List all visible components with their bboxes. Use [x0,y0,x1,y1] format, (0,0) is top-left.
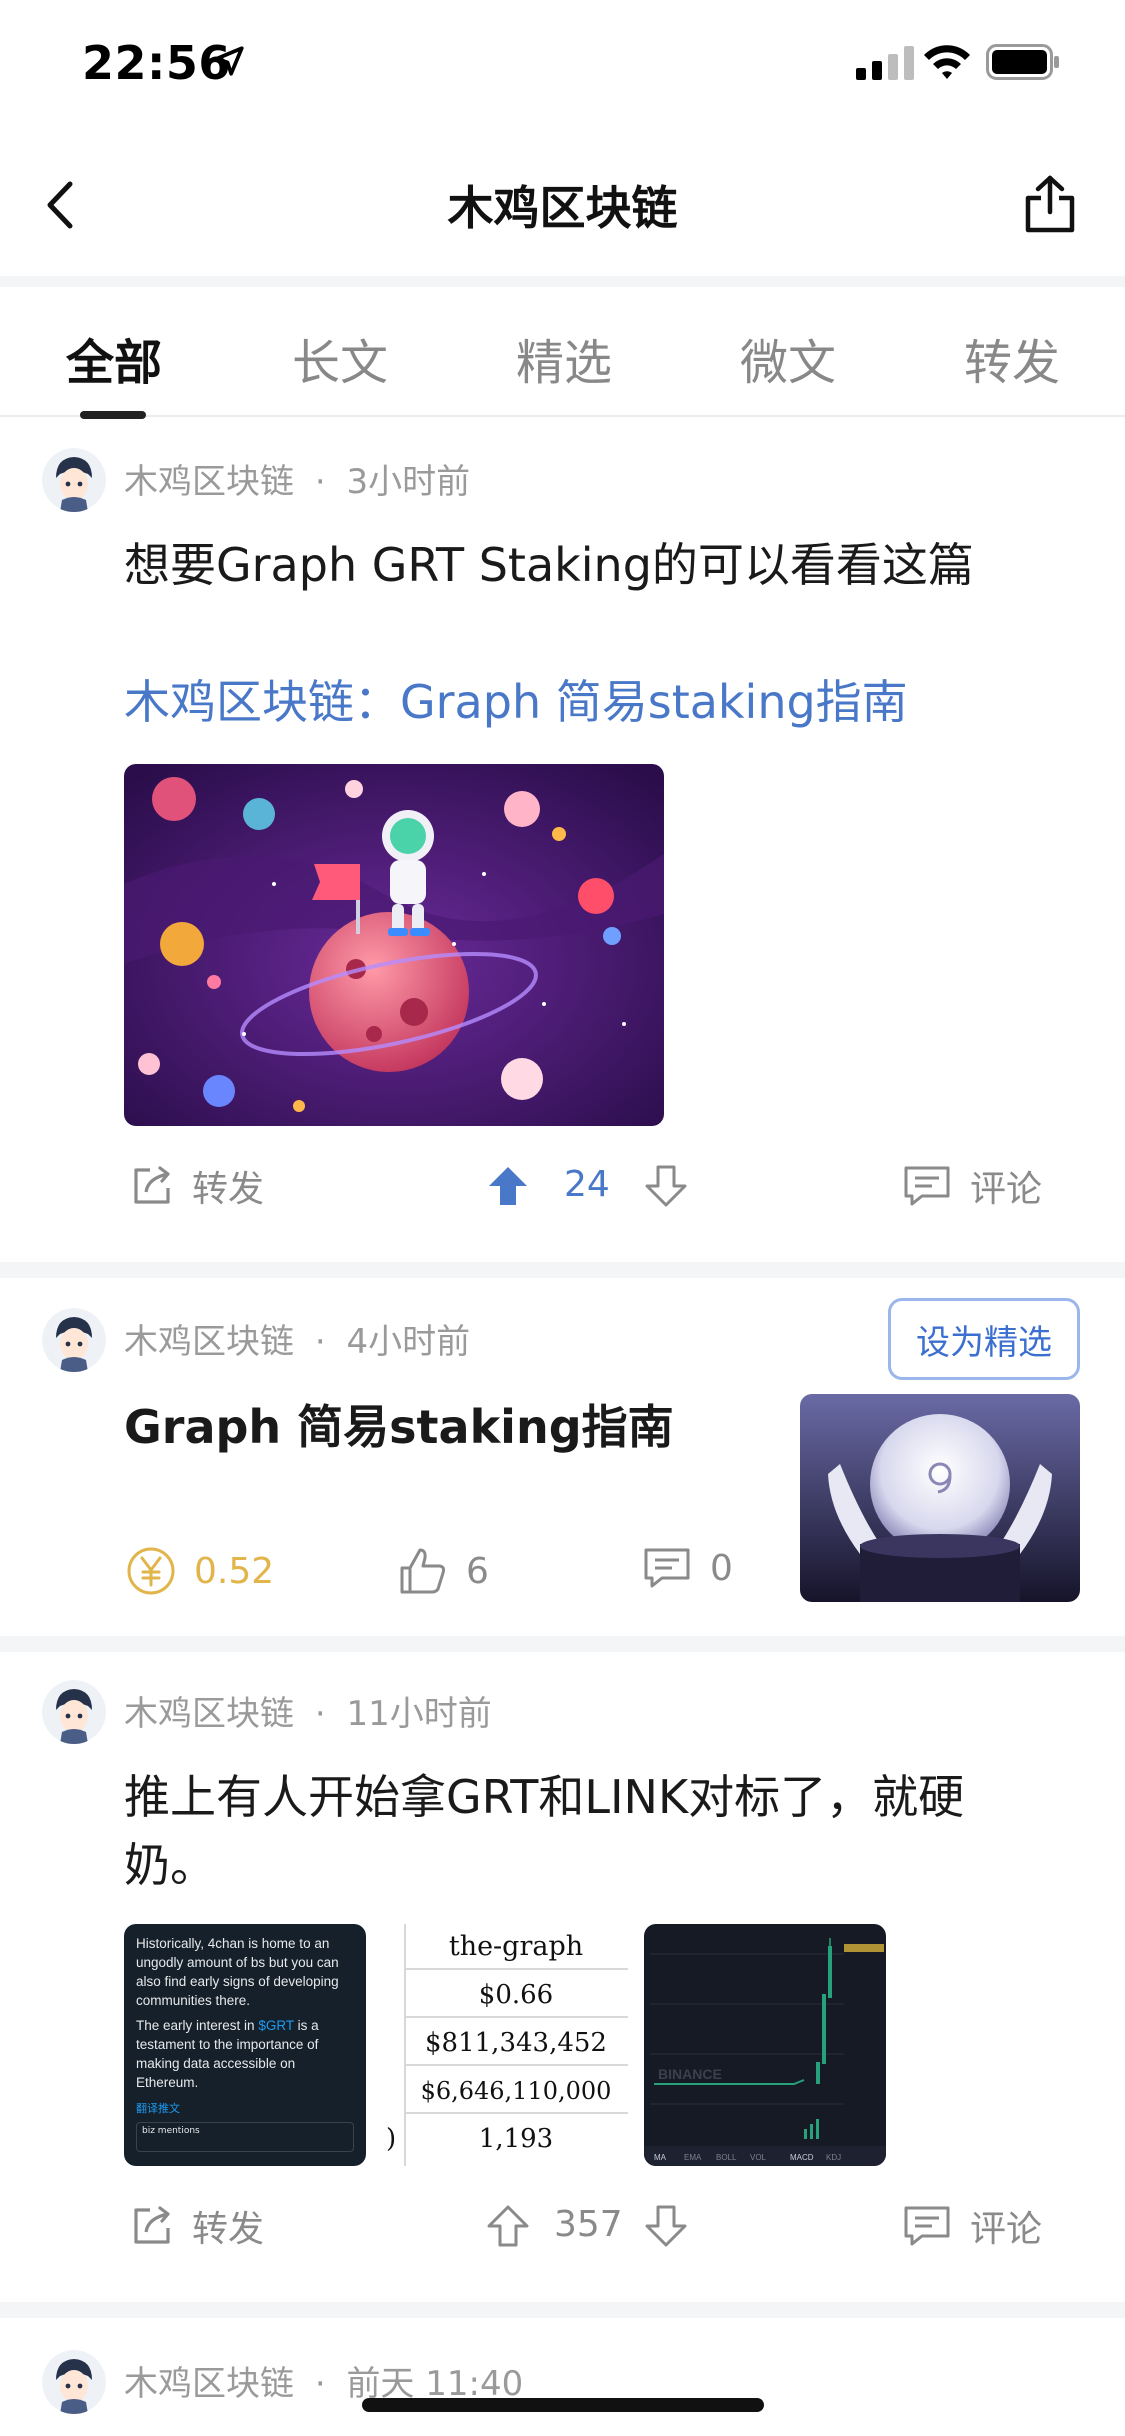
author-name[interactable]: 木鸡区块链 [124,1322,294,1362]
comment-icon [904,1166,950,1206]
downvote-arrow-icon[interactable] [644,2204,688,2248]
active-tab-indicator [80,411,146,419]
tweet-ticker: $GRT [258,2018,294,2033]
tab-all[interactable]: 全部 [66,323,162,393]
table-cell: $6,646,110,000 [404,2068,628,2114]
tweet-paragraph: The early interest in $GRT is a testamen… [136,2016,354,2092]
home-indicator[interactable] [362,2398,764,2412]
repost-label: 转发 [192,2209,265,2250]
table-cell: $0.66 [404,1972,628,2018]
meta-separator: · [314,2364,326,2404]
vote-count: 357 [554,2204,623,2245]
avatar[interactable] [42,1308,106,1372]
set-featured-button[interactable]: 设为精选 [888,1298,1080,1380]
cellular-signal-icon [856,46,914,80]
repost-button[interactable]: 转发 [130,2200,264,2252]
like-button[interactable]: 6 [398,1546,489,1596]
share-icon[interactable] [1022,174,1078,236]
repost-icon [134,1166,170,1204]
table-cell: $811,343,452 [404,2020,628,2066]
table-cell: 1,193 [478,2124,554,2154]
avatar[interactable] [42,2350,106,2414]
comment-count: 0 [710,1547,733,1589]
author-name[interactable]: 木鸡区块链 [124,1694,294,1734]
upvote-arrow-icon[interactable] [486,2204,530,2248]
tweet-translate: 翻译推文 [136,2102,180,2115]
space-illustration-image[interactable] [124,764,664,1126]
tab-featured[interactable]: 精选 [516,323,612,393]
tab-micro[interactable]: 微文 [740,323,836,393]
vote-count: 24 [564,1164,610,1205]
section-divider [0,1636,1125,1652]
tweet-embed-title: biz mentions [142,2126,200,2136]
avatar[interactable] [42,1680,106,1744]
table-header: the-graph [404,1924,628,1970]
comment-label: 评论 [970,2209,1043,2250]
yuan-coin-icon [127,1547,175,1595]
meta-separator: · [314,1694,326,1734]
post-time: 3小时前 [346,462,471,502]
chart-watermark: BINANCE [658,2066,722,2082]
article-title[interactable]: Graph 简易staking指南 [124,1394,674,1460]
chart-tab: EMA [684,2153,702,2162]
location-arrow-icon [214,46,244,76]
tweet-text: The early interest in [136,2018,259,2033]
chart-tab: BOLL [716,2153,737,2162]
post-meta: 木鸡区块链 · 4小时前 [124,1314,470,1363]
table-cell-fragment: ) [386,2124,397,2154]
like-count: 6 [466,1550,489,1592]
filter-tabs: 全部 长文 精选 微文 转发 [0,287,1125,419]
chart-tab: VOL [750,2153,767,2162]
tab-repost[interactable]: 转发 [964,323,1060,393]
upvote-arrow-icon[interactable] [486,1164,530,1208]
comment-label: 评论 [970,1169,1043,1210]
avatar[interactable] [42,448,106,512]
page-title: 木鸡区块链 [447,181,678,235]
post-time: 11小时前 [346,1694,492,1734]
section-divider [0,2302,1125,2318]
chart-tab: KDJ [826,2153,841,2162]
comment-icon [644,1548,690,1588]
post-meta: 木鸡区块链 · 3小时前 [124,454,470,503]
downvote-arrow-icon[interactable] [644,1164,688,1208]
thumbs-up-icon [400,1548,446,1594]
reward-amount: 0.52 [126,1546,274,1596]
comment-button[interactable]: 评论 [902,2200,1042,2252]
section-divider [0,276,1125,287]
repost-button[interactable]: 转发 [130,1160,264,1212]
battery-icon [986,44,1059,80]
article-link[interactable]: 木鸡区块链：Graph 简易staking指南 [124,666,908,732]
meta-separator: · [314,462,326,502]
status-bar: 22:56 [0,0,1125,130]
wifi-icon [924,45,970,79]
repost-icon [134,2206,170,2244]
section-divider [0,1262,1125,1278]
candlestick-chart-image[interactable]: BINANCE MA EMA BOLL VOL MACD KDJ [644,1924,886,2166]
post-text: 想要Graph GRT Staking的可以看看这篇 [124,538,974,592]
author-name[interactable]: 木鸡区块链 [124,2364,294,2404]
comment-button[interactable]: 评论 [902,1160,1042,1212]
crystal-ball-image[interactable] [800,1394,1080,1602]
tweet-embedded-chart: biz mentions [136,2122,354,2152]
price-table-image[interactable]: the-graph $0.66 $811,343,452 $6,646,110,… [386,1924,628,2166]
reward-value: 0.52 [194,1550,275,1592]
tweet-screenshot-image[interactable]: Historically, 4chan is home to an ungodl… [124,1924,366,2166]
repost-label: 转发 [192,1169,265,1210]
chart-tab: MA [654,2153,667,2162]
chart-tab: MACD [790,2153,814,2162]
author-name[interactable]: 木鸡区块链 [124,462,294,502]
comment-button[interactable]: 0 [642,1546,733,1590]
post-time: 4小时前 [346,1322,471,1362]
post-text-line: 奶。 [124,1838,216,1892]
comment-icon [904,2206,950,2246]
tab-long[interactable]: 长文 [292,323,388,393]
meta-separator: · [314,1322,326,1362]
nav-bar: 木鸡区块链 [0,130,1125,276]
post-text-line: 推上有人开始拿GRT和LINK对标了，就硬 [124,1770,965,1824]
status-time: 22:56 [82,36,231,90]
tweet-paragraph: Historically, 4chan is home to an ungodl… [136,1936,339,2008]
post-meta: 木鸡区块链 · 11小时前 [124,1686,492,1735]
